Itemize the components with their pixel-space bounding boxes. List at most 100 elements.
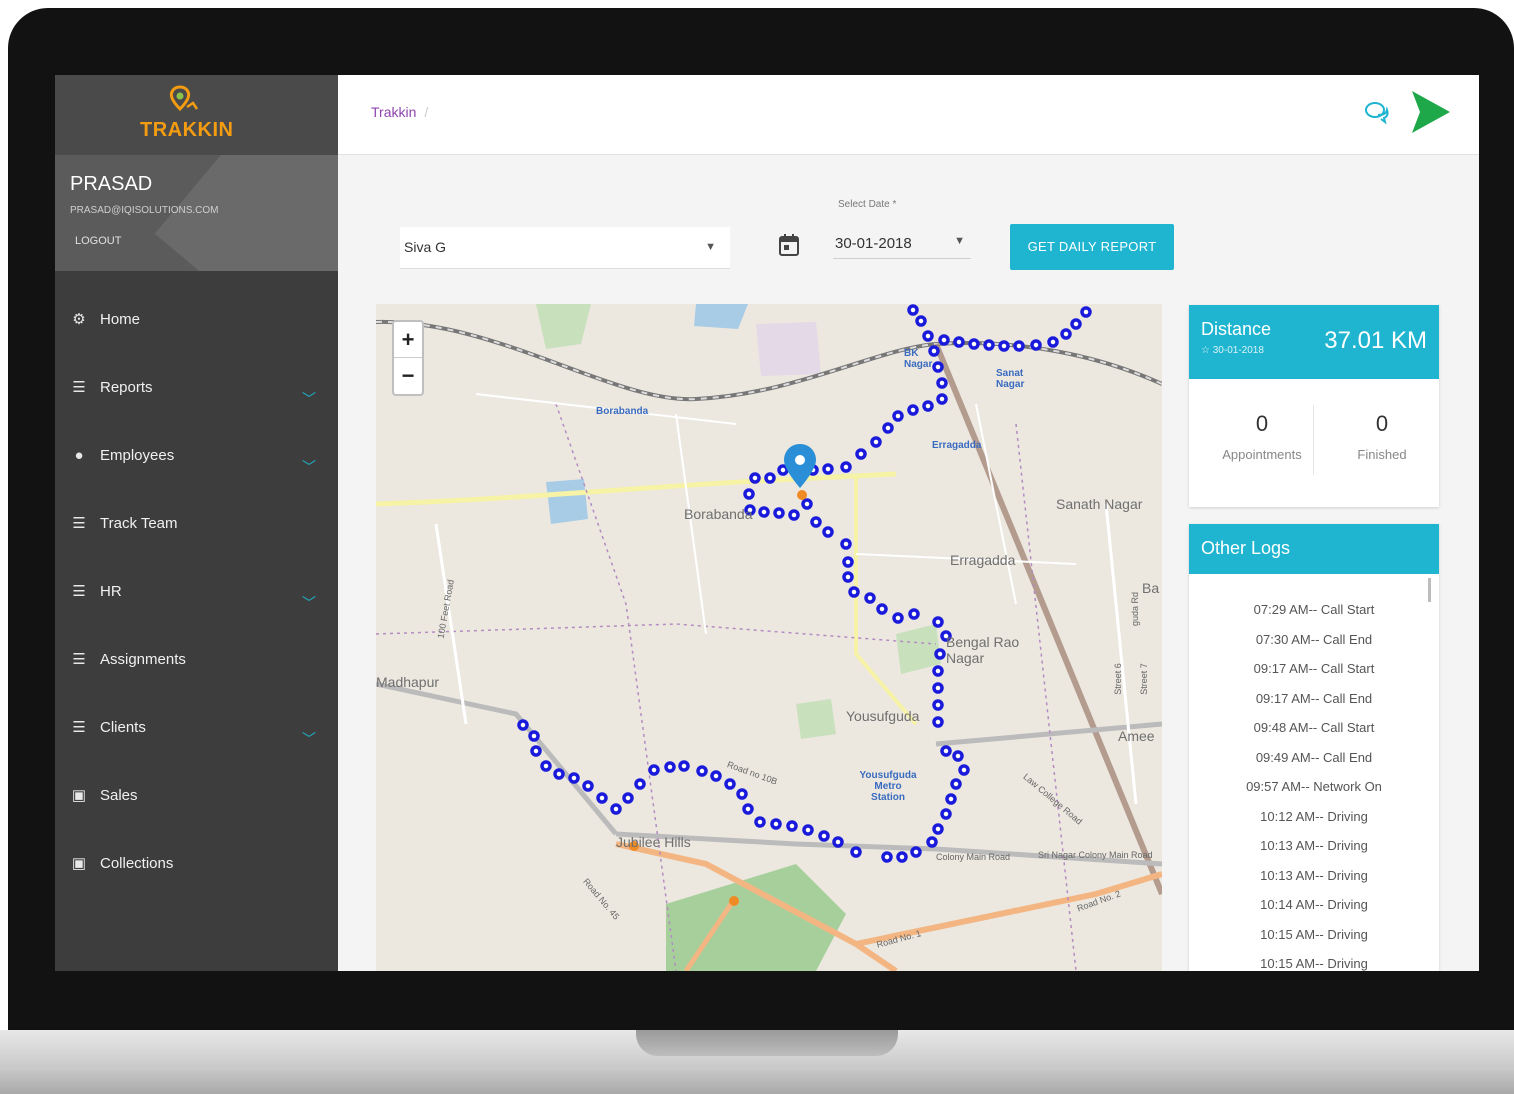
sidebar-nav: ⚙ Home ☰ Reports ﹀ ● Employees ﹀ ☰ Track… — [55, 271, 338, 897]
sidebar-item-label: Employees — [100, 446, 175, 464]
log-entry: 09:17 AM-- Call End — [1255, 690, 1373, 706]
other-logs-title: Other Logs — [1189, 524, 1439, 574]
logo[interactable]: TRAKKIN — [55, 75, 338, 155]
log-entry: 09:48 AM-- Call Start — [1253, 720, 1375, 735]
map-label: Yousufguda Metro Station — [859, 770, 917, 803]
log-entry: 10:15 AM-- Driving — [1260, 926, 1368, 942]
sidebar-item-label: Clients — [100, 718, 146, 736]
money-icon: ▣ — [71, 855, 87, 872]
map-label: guda Rd — [1130, 591, 1141, 627]
sidebar-item-label: Sales — [100, 786, 138, 804]
distance-header: Distance ☆ 30-01-2018 37.01 KM — [1189, 305, 1439, 379]
finished-stat: 0 Finished — [1327, 411, 1437, 462]
employee-select-value: Siva G — [404, 239, 447, 255]
user-name: PRASAD — [70, 173, 153, 195]
sidebar-item-collections[interactable]: ▣ Collections — [55, 829, 338, 897]
log-entry: 09:17 AM-- Call Start — [1253, 661, 1375, 676]
logs-scrollbar[interactable] — [1428, 578, 1431, 602]
map-label: Street 7 — [1138, 663, 1149, 695]
sidebar-item-clients[interactable]: ☰ Clients ﹀ — [55, 693, 338, 761]
map-label: BK Nagar — [904, 348, 933, 370]
sidebar-item-employees[interactable]: ● Employees ﹀ — [55, 421, 338, 489]
user-profile: PRASAD PRASAD@IQISOLUTIONS.COM LOGOUT — [55, 155, 338, 271]
sidebar-item-sales[interactable]: ▣ Sales — [55, 761, 338, 829]
laptop-notch — [636, 1030, 898, 1056]
map-label: Sanath Nagar — [1056, 496, 1143, 512]
list-icon: ☰ — [72, 651, 86, 668]
log-entry: 09:49 AM-- Call End — [1255, 749, 1373, 765]
finished-count: 0 — [1375, 411, 1389, 436]
user-email: PRASAD@IQISOLUTIONS.COM — [70, 205, 219, 216]
sidebar-item-hr[interactable]: ☰ HR ﹀ — [55, 557, 338, 625]
sidebar-item-track-team[interactable]: ☰ Track Team — [55, 489, 338, 557]
map-label: Erragadda — [932, 440, 982, 451]
log-entry: 10:12 AM-- Driving — [1260, 808, 1368, 824]
send-icon[interactable] — [1408, 89, 1452, 135]
map-label: Street 6 — [1112, 663, 1123, 695]
chevron-down-icon[interactable]: ﹀ — [302, 729, 316, 749]
log-entry: 10:13 AM-- Driving — [1260, 867, 1368, 883]
zoom-in-button[interactable]: + — [394, 322, 422, 358]
list-icon: ☰ — [72, 379, 86, 396]
appointments-label: Appointments — [1222, 447, 1302, 462]
distance-date: ☆ 30-01-2018 — [1201, 345, 1264, 356]
filter-bar: Siva G ▼ Select Date * 30-01-2018 ▼ GET … — [338, 155, 1479, 300]
money-icon: ▣ — [71, 787, 87, 804]
map-label: Yousufguda — [846, 708, 920, 724]
log-entry: 10:14 AM-- Driving — [1260, 897, 1368, 912]
sidebar-item-label: Collections — [100, 854, 174, 872]
sidebar-item-label: Reports — [100, 378, 153, 396]
appointments-count: 0 — [1255, 411, 1269, 436]
get-daily-report-button[interactable]: GET DAILY REPORT — [1010, 224, 1174, 270]
distance-value: 37.01 KM — [1324, 327, 1427, 354]
log-entry: 07:29 AM-- Call Start — [1253, 602, 1375, 617]
top-bar: Trakkin / — [338, 75, 1479, 155]
zoom-control: + − — [392, 320, 424, 396]
map-label: Borabanda — [596, 406, 649, 417]
date-select[interactable]: 30-01-2018 ▼ — [833, 225, 971, 259]
map-label: Bengal Rao Nagar — [946, 634, 1020, 666]
sidebar-item-home[interactable]: ⚙ Home — [55, 285, 338, 353]
dropdown-arrow-icon: ▼ — [705, 241, 716, 253]
route-map[interactable]: + − Borabanda Borabanda Sanat Nagar Sana… — [376, 304, 1162, 971]
laptop-frame: TRAKKIN PRASAD PRASAD@IQISOLUTIONS.COM L… — [0, 0, 1514, 1094]
appointments-stat: 0 Appointments — [1207, 411, 1317, 462]
zoom-out-button[interactable]: − — [394, 358, 422, 394]
log-entry: 10:13 AM-- Driving — [1260, 838, 1368, 853]
dropdown-arrow-icon: ▼ — [954, 235, 965, 247]
log-entry: 10:15 AM-- Driving — [1260, 956, 1368, 971]
map-label: Erragadda — [950, 552, 1016, 568]
sidebar-item-assignments[interactable]: ☰ Assignments — [55, 625, 338, 693]
finished-label: Finished — [1357, 447, 1407, 462]
sidebar-item-reports[interactable]: ☰ Reports ﹀ — [55, 353, 338, 421]
other-logs-panel[interactable]: Other Logs 07:29 AM-- Call Start 07:30 A… — [1189, 524, 1439, 971]
logout-link[interactable]: LOGOUT — [75, 235, 121, 247]
distance-label: Distance — [1201, 319, 1272, 339]
chat-icon[interactable] — [1364, 101, 1390, 125]
date-label: Select Date * — [838, 199, 897, 210]
breadcrumb-link[interactable]: Trakkin — [371, 104, 416, 120]
logo-text: TRAKKIN — [140, 119, 234, 141]
user-icon: ● — [74, 446, 84, 464]
map-label: Madhapur — [376, 674, 440, 690]
stat-divider — [1313, 405, 1314, 475]
list-icon: ☰ — [72, 515, 86, 532]
map-label: Amee — [1118, 728, 1155, 744]
calendar-icon[interactable] — [778, 233, 800, 257]
map-label: Borabanda — [684, 506, 753, 522]
map-label: Colony Main Road — [936, 852, 1011, 862]
sidebar-item-label: Home — [100, 310, 141, 328]
list-icon: ☰ — [72, 719, 86, 736]
list-icon: ☰ — [72, 583, 86, 600]
map-label: Sri Nagar Colony Main Road — [1038, 850, 1153, 860]
map-label: Jubilee Hills — [616, 834, 691, 850]
chevron-down-icon[interactable]: ﹀ — [302, 389, 316, 409]
chevron-down-icon[interactable]: ﹀ — [302, 593, 316, 613]
breadcrumb: Trakkin / — [371, 104, 428, 120]
sidebar-item-label: Assignments — [100, 650, 186, 668]
sidebar: TRAKKIN PRASAD PRASAD@IQISOLUTIONS.COM L… — [55, 75, 338, 971]
date-value: 30-01-2018 — [835, 235, 912, 252]
log-entry: 07:30 AM-- Call End — [1255, 631, 1373, 647]
employee-select[interactable]: Siva G ▼ — [400, 227, 730, 269]
chevron-down-icon[interactable]: ﹀ — [302, 457, 316, 477]
